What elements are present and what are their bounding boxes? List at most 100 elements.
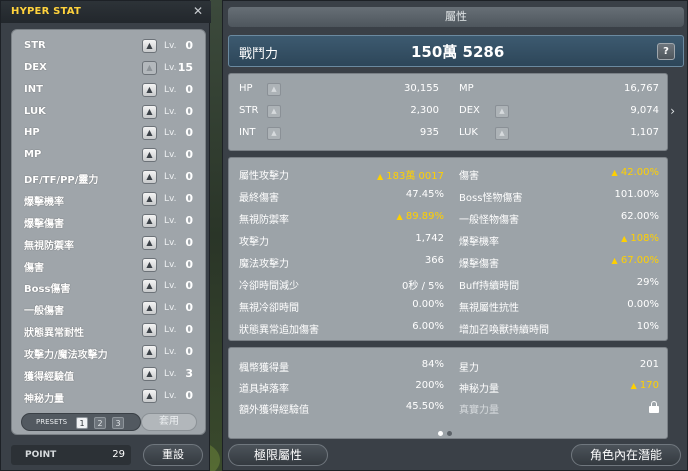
stat-int: INT ▲ 935: [239, 124, 439, 144]
increase-icon: ▲: [376, 172, 384, 181]
detail-stat-label: 爆擊機率: [459, 237, 499, 248]
hyper-stat-row: 爆擊機率 ▲ Lv. 0: [12, 189, 207, 211]
point-label: POINT: [25, 450, 57, 460]
preset-3-button[interactable]: 3: [112, 417, 124, 429]
hyper-stat-row: 無視防禦率 ▲ Lv. 0: [12, 233, 207, 255]
hyper-stat-up-button[interactable]: ▲: [142, 388, 157, 403]
hyper-stat-level: 0: [185, 148, 193, 162]
attribute-window: 屬性 戰鬥力 150萬 5286 ? HP ▲ 30,155 MP 16,767…: [222, 0, 688, 471]
hyper-stat-level: 0: [185, 279, 193, 293]
hyper-stat-lv-label: Lv.: [164, 128, 177, 139]
stat-str-value: 2,300: [410, 105, 439, 116]
hyper-stat-up-button[interactable]: ▲: [142, 366, 157, 381]
extra-stat-value-text: 201: [639, 359, 659, 370]
hyper-stat-up-button[interactable]: ▲: [142, 257, 157, 272]
hyper-stat-name: 狀態異常耐性: [24, 328, 84, 340]
hyper-stat-up-button[interactable]: ▲: [142, 104, 157, 119]
detail-stat-right: Boss怪物傷害 101.00%: [459, 186, 659, 206]
hyper-stat-up-button[interactable]: ▲: [142, 213, 157, 228]
hyper-stat-name: DF/TF/PP/靈力: [24, 175, 99, 187]
extra-stat-value: 45.50%: [405, 401, 444, 412]
hyper-stat-up-button[interactable]: ▲: [142, 82, 157, 97]
hyper-stat-up-button[interactable]: ▲: [142, 301, 157, 316]
hyper-stat-up-button[interactable]: ▲: [142, 126, 157, 141]
hyper-stat-title: HYPER STAT: [1, 1, 211, 23]
chevron-right-icon[interactable]: ›: [670, 104, 675, 118]
extra-stat-value: ▲ 170: [631, 380, 659, 391]
hyper-stat-up-button[interactable]: ▲: [142, 191, 157, 206]
preset-2-button[interactable]: 2: [94, 417, 106, 429]
hyper-stat-level: 0: [185, 344, 193, 358]
detail-stat-value: 10%: [637, 321, 659, 332]
preset-1-button[interactable]: 1: [76, 417, 88, 429]
detail-stat-left: 攻擊力 1,742: [239, 230, 444, 250]
extra-stat-right: 真實力量: [459, 398, 659, 418]
hyper-stat-up-button[interactable]: ▲: [142, 279, 157, 294]
hyper-stat-name: 爆擊機率: [24, 196, 64, 208]
stat-mp-label: MP: [459, 83, 474, 94]
extra-stat-value: 201: [640, 359, 659, 370]
detail-stat-right: 一般怪物傷害 62.00%: [459, 208, 659, 228]
hyper-stat-lv-label: Lv.: [164, 172, 177, 183]
hyper-stat-lv-label: Lv.: [164, 325, 177, 336]
hyper-stat-lv-label: Lv.: [164, 193, 177, 204]
detail-stat-value: ▲ 183萬 0017: [377, 167, 444, 182]
hyper-stat-lv-label: Lv.: [164, 106, 177, 117]
page-dot-1[interactable]: [438, 431, 443, 436]
extra-stat-left: 道具掉落率 200%: [239, 377, 444, 397]
hyper-stat-up-button[interactable]: ▲: [142, 60, 157, 75]
hyper-stat-row: MP ▲ Lv. 0: [12, 145, 207, 167]
hyper-stat-level: 0: [185, 323, 193, 337]
hyper-stat-up-button[interactable]: ▲: [142, 344, 157, 359]
stat-dex: DEX ▲ 9,074: [459, 102, 659, 122]
hyper-stat-lv-label: Lv.: [164, 303, 177, 314]
page-dot-2[interactable]: [447, 431, 452, 436]
hyper-stat-up-button[interactable]: ▲: [142, 39, 157, 53]
stat-str-up-button: ▲: [267, 105, 281, 118]
detail-stat-value-text: 183萬 0017: [386, 171, 444, 182]
hyper-stat-row: DF/TF/PP/靈力 ▲ Lv. 0: [12, 167, 207, 189]
detail-stat-value: 6.00%: [412, 321, 444, 332]
detail-stat-right: 傷害 ▲ 42.00%: [459, 164, 659, 184]
inner-ability-button[interactable]: 角色內在潛能: [571, 444, 681, 466]
apply-preset-button[interactable]: 套用: [141, 413, 197, 431]
stat-mp: MP 16,767: [459, 80, 659, 100]
increase-icon: ▲: [396, 212, 403, 221]
help-button[interactable]: ?: [657, 43, 675, 60]
reset-button[interactable]: 重設: [143, 444, 203, 466]
detail-stat-label: 冷卻時間減少: [239, 281, 299, 292]
close-icon[interactable]: ✕: [193, 4, 203, 18]
combat-power-label: 戰鬥力: [239, 47, 279, 62]
hyper-stat-level: 15: [177, 60, 193, 74]
detail-stat-label: 無視冷卻時間: [239, 303, 299, 314]
hyper-stat-name: 攻擊力/魔法攻擊力: [24, 349, 108, 361]
hyper-stat-name: 傷害: [24, 262, 44, 274]
detail-stat-right: 無視屬性抗性 0.00%: [459, 296, 659, 316]
hyper-stat-lv-label: Lv.: [164, 346, 177, 357]
stat-str-label: STR: [239, 105, 259, 116]
hyper-stat-lv-label: Lv.: [164, 62, 177, 73]
detail-stat-value-text: 0.00%: [627, 299, 659, 310]
hyper-stat-up-button[interactable]: ▲: [142, 323, 157, 338]
hyper-stat-up-button[interactable]: ▲: [142, 148, 157, 163]
hyper-stat-lv-label: Lv.: [164, 150, 177, 161]
detail-stat-label: 增加召喚獸持續時間: [459, 325, 549, 336]
detail-stat-left: 無視防禦率 ▲ 89.89%: [239, 208, 444, 228]
detail-stat-value-text: 1,742: [415, 233, 444, 244]
hyper-stat-name: LUK: [24, 105, 46, 117]
detail-stat-value-text: 62.00%: [620, 211, 659, 222]
hyper-stat-up-button[interactable]: ▲: [142, 235, 157, 250]
hyper-stat-up-button[interactable]: ▲: [142, 170, 157, 185]
detail-stat-label: Boss怪物傷害: [459, 193, 523, 204]
presets-bar: PRESETS 1 2 3: [21, 413, 141, 431]
hyper-stat-row: 爆擊傷害 ▲ Lv. 0: [12, 211, 207, 233]
stat-dex-value: 9,074: [630, 105, 659, 116]
increase-icon: ▲: [630, 381, 637, 390]
hyper-stat-name: Boss傷害: [24, 284, 71, 296]
detail-stat-label: 一般怪物傷害: [459, 215, 519, 226]
hyper-stat-row: 獲得經驗值 ▲ Lv. 3: [12, 364, 207, 386]
ability-button[interactable]: 極限屬性: [228, 444, 328, 466]
detail-stat-value: 47.45%: [406, 189, 444, 200]
hyper-stat-lv-label: Lv.: [164, 259, 177, 270]
combat-power-bar: 戰鬥力 150萬 5286 ?: [228, 35, 684, 67]
